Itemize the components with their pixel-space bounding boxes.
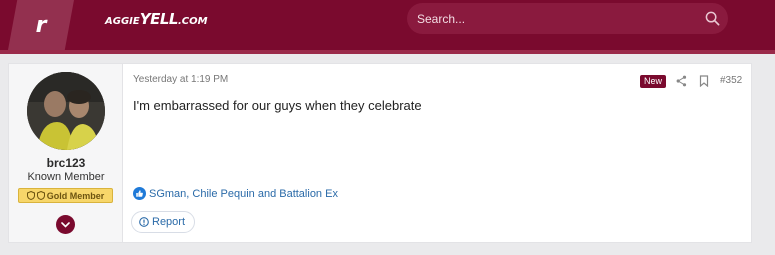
- shield-icon: [26, 191, 35, 200]
- new-badge: New: [640, 75, 667, 88]
- bookmark-icon[interactable]: [699, 75, 709, 87]
- post-author-panel: brc123 Known Member Gold Member: [9, 64, 123, 242]
- logo-letter: r: [35, 12, 47, 38]
- post-timestamp[interactable]: Yesterday at 1:19 PM: [133, 74, 228, 85]
- avatar[interactable]: [27, 72, 105, 150]
- reaction-summary[interactable]: SGman, Chile Pequin and Battalion Ex: [133, 187, 338, 200]
- chevron-down-icon: [61, 221, 70, 228]
- search-box[interactable]: Search...: [407, 3, 728, 34]
- report-icon: [139, 217, 149, 227]
- site-logo[interactable]: r: [8, 0, 74, 50]
- user-title: Known Member: [27, 171, 105, 183]
- header-stripe: [0, 50, 775, 54]
- share-icon[interactable]: [676, 75, 687, 87]
- badge-label: Gold Member: [46, 190, 105, 201]
- wordmark-prefix: AGGIE: [105, 16, 140, 27]
- search-icon[interactable]: [705, 11, 720, 26]
- forum-post: brc123 Known Member Gold Member Yesterda…: [8, 63, 752, 243]
- search-input[interactable]: Search...: [417, 12, 465, 26]
- wordmark-main: YELL: [139, 10, 179, 28]
- member-badge: Gold Member: [18, 188, 113, 203]
- avatar-image: [27, 72, 105, 150]
- wordmark-suffix: .COM: [177, 16, 208, 27]
- report-label: Report: [152, 216, 186, 228]
- post-message: I'm embarrassed for our guys when they c…: [133, 98, 422, 113]
- site-header: r AGGIE YELL .COM Search...: [0, 0, 775, 50]
- shield-icon: [36, 191, 45, 200]
- like-icon: [133, 187, 146, 200]
- report-button[interactable]: Report: [131, 211, 196, 233]
- post-number[interactable]: #352: [720, 75, 742, 86]
- site-wordmark[interactable]: AGGIE YELL .COM: [105, 10, 208, 28]
- expand-user-button[interactable]: [56, 215, 75, 234]
- reaction-users[interactable]: SGman, Chile Pequin and Battalion Ex: [149, 188, 338, 200]
- username[interactable]: brc123: [9, 156, 123, 170]
